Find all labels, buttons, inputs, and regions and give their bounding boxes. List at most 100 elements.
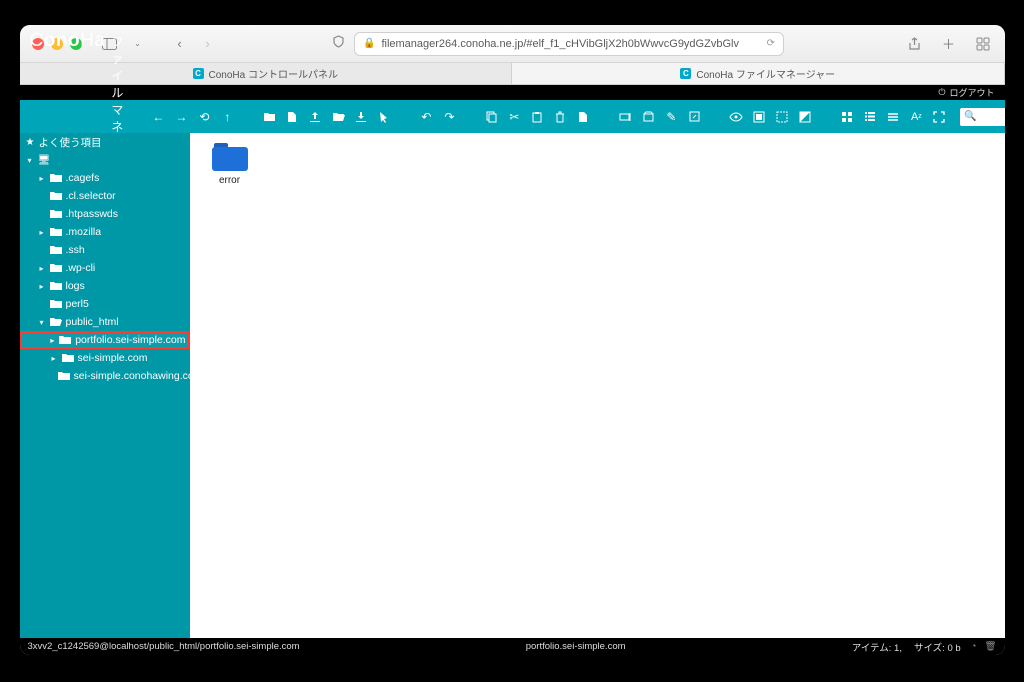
tab-favicon-icon: C [193, 68, 204, 79]
caret-right-icon: ▸ [38, 228, 46, 237]
tree-item[interactable]: ▾public_html [20, 313, 190, 331]
folder-item[interactable]: error [200, 143, 260, 186]
tree-item[interactable]: ▸.ssh [20, 241, 190, 259]
tree-item-label: .ssh [66, 244, 85, 256]
paste-icon[interactable] [530, 110, 544, 124]
tree-item-label: .mozilla [66, 226, 102, 238]
caret-right-icon: ▸ [38, 282, 46, 291]
tree-item-label: sei-simple.conohawing.com [74, 370, 190, 382]
folder-icon [50, 281, 62, 291]
tree-item[interactable]: ▸ sei-simple.com [20, 349, 190, 367]
download-icon[interactable] [354, 110, 368, 124]
nav-reload-icon[interactable]: ⟲ [197, 110, 211, 124]
share-icon[interactable] [905, 34, 925, 54]
top-strip: ⏻ ログアウト [20, 85, 1005, 100]
search-icon: 🔍 [964, 111, 976, 122]
reader-icon[interactable]: ⟳ [767, 38, 775, 49]
new-file-icon[interactable] [285, 110, 299, 124]
undo-icon[interactable]: ↶ [419, 110, 433, 124]
status-items: アイテム: 1, [852, 640, 902, 654]
nav-forward-icon[interactable]: → [174, 110, 188, 124]
status-size: サイズ: 0 b [914, 640, 961, 654]
nav-forward-button[interactable]: › [198, 34, 218, 54]
nav-back-button[interactable]: ‹ [170, 34, 190, 54]
tree-item[interactable]: ▸.wp-cli [20, 259, 190, 277]
search-box[interactable]: 🔍 ✕ [960, 108, 1004, 126]
browser-tabs: C ConoHa コントロールパネル C ConoHa ファイルマネージャー [20, 63, 1005, 85]
tree-item[interactable]: ▸.cl.selector [20, 187, 190, 205]
folder-icon [59, 335, 71, 345]
tree-item-label: .cl.selector [66, 190, 116, 202]
status-current: portfolio.sei-simple.com [300, 641, 852, 652]
tree-item[interactable]: ▸.htpasswds [20, 205, 190, 223]
fullscreen-icon[interactable] [932, 110, 946, 124]
folder-icon [50, 209, 62, 219]
folder-icon [58, 371, 70, 381]
tree-item[interactable]: ▸ .mozilla [20, 223, 190, 241]
new-folder-icon[interactable] [262, 110, 276, 124]
view-detail-icon[interactable] [886, 110, 900, 124]
nav-back-icon[interactable]: ← [151, 110, 165, 124]
upload-icon[interactable] [308, 110, 322, 124]
tree-item-label: perl5 [66, 298, 89, 310]
favorites-header[interactable]: ★ よく使う項目 [20, 133, 190, 151]
pointer-icon[interactable] [377, 110, 391, 124]
search-input[interactable] [979, 111, 1003, 122]
tree-item-label: portfolio.sei-simple.com [75, 334, 185, 346]
root-node[interactable]: ▾ 🖥 [20, 151, 190, 169]
open-icon[interactable] [331, 110, 345, 124]
caret-right-icon: ▸ [50, 336, 56, 345]
sort-icon[interactable]: Az [909, 110, 923, 124]
tree-item[interactable]: ▸perl5 [20, 295, 190, 313]
edit-icon[interactable]: ✎ [664, 110, 678, 124]
folder-icon [62, 353, 74, 363]
tree-item[interactable]: ▸.cagefs [20, 169, 190, 187]
select-none-icon[interactable] [775, 110, 789, 124]
tree-item[interactable]: ▸sei-simple.conohawing.com [20, 367, 190, 385]
cut-icon[interactable]: ✂ [507, 110, 521, 124]
address-bar[interactable]: 🔒 filemanager264.conoha.ne.jp/#elf_f1_cH… [354, 32, 784, 56]
tree-item[interactable]: ▸ portfolio.sei-simple.com [20, 331, 190, 349]
status-trash-icon[interactable]: 🗑 [984, 641, 996, 652]
shield-icon[interactable] [328, 32, 348, 52]
browser-tab-1[interactable]: C ConoHa ファイルマネージャー [512, 63, 1005, 84]
folder-icon [50, 263, 62, 273]
caret-right-icon: ▸ [50, 354, 58, 363]
select-all-icon[interactable] [752, 110, 766, 124]
rename-icon[interactable] [618, 110, 632, 124]
tree-item-label: .cagefs [66, 172, 100, 184]
folder-open-icon [50, 317, 62, 327]
folder-icon [212, 143, 248, 171]
tree-item[interactable]: ▸ logs [20, 277, 190, 295]
app-header: ConoHa ファイルマネージャー ← → ⟲ ↑ ↶ ↷ ✂ [20, 100, 1005, 133]
resize-icon[interactable] [687, 110, 701, 124]
dropdown-caret-icon[interactable]: ⌄ [128, 34, 148, 54]
preview-icon[interactable] [729, 110, 743, 124]
new-tab-icon[interactable]: ＋ [939, 34, 959, 54]
tab-label: ConoHa ファイルマネージャー [696, 66, 835, 81]
computer-icon: 🖥 [38, 155, 51, 166]
status-disk-icon[interactable]: ◔ [971, 641, 977, 652]
status-bar: 3xvv2_c1242569@localhost/public_html/por… [20, 638, 1005, 655]
nav-up-icon[interactable]: ↑ [220, 110, 234, 124]
power-icon: ⏻ [938, 87, 945, 98]
duplicate-icon[interactable] [576, 110, 590, 124]
file-pane[interactable]: error [190, 133, 1005, 638]
tree-item-label: .wp-cli [66, 262, 96, 274]
archive-icon[interactable] [641, 110, 655, 124]
delete-icon[interactable] [553, 110, 567, 124]
tabs-overview-icon[interactable] [973, 34, 993, 54]
url-text: filemanager264.conoha.ne.jp/#elf_f1_cHVi… [381, 38, 760, 50]
redo-icon[interactable]: ↷ [442, 110, 456, 124]
caret-down-icon: ▾ [26, 156, 34, 165]
caret-down-icon: ▾ [38, 318, 46, 327]
view-list-icon[interactable] [863, 110, 877, 124]
folder-icon [50, 191, 62, 201]
copy-icon[interactable] [484, 110, 498, 124]
folder-icon [50, 299, 62, 309]
view-icons-icon[interactable] [840, 110, 854, 124]
tree-item-label: logs [66, 280, 85, 292]
tree-item-label: sei-simple.com [78, 352, 148, 364]
select-invert-icon[interactable] [798, 110, 812, 124]
logout-link[interactable]: ログアウト [949, 86, 994, 99]
